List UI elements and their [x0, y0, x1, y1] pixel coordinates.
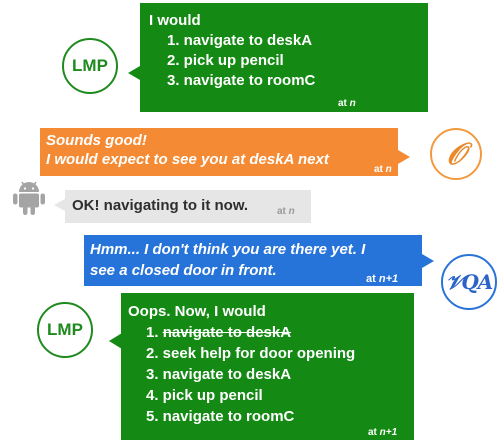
plan-step: 3. navigate to roomC — [167, 72, 316, 89]
expectation-message-bubble: Sounds good! I would expect to see you a… — [40, 128, 398, 176]
plan-intro: I would — [149, 12, 201, 29]
struck-step-text: navigate to deskA — [162, 324, 292, 341]
replan-intro: Oops. Now, I would — [128, 303, 266, 320]
timestamp: at n — [277, 206, 295, 217]
observation-message-bubble: Hmm... I don't think you are there yet. … — [84, 235, 422, 286]
expectation-line-2: I would expect to see you at deskA next — [46, 151, 329, 168]
timestamp: at n — [374, 164, 392, 175]
plan-message-bubble: I would 1. navigate to deskA 2. pick up … — [140, 3, 428, 112]
vqa-avatar-label: 𝒱QA — [445, 270, 494, 294]
lmp-avatar: LMP — [37, 302, 93, 358]
replan-step: 4. pick up pencil — [146, 387, 263, 404]
observation-line-1: Hmm... I don't think you are there yet. … — [90, 241, 366, 258]
timestamp: at n+1 — [366, 273, 399, 285]
plan-step: 2. pick up pencil — [167, 52, 284, 69]
bubble-tail — [398, 150, 410, 164]
replan-step: 5. navigate to roomC — [146, 408, 295, 425]
replan-step: 2. seek help for door opening — [146, 345, 356, 362]
lmp-avatar-label: LMP — [72, 56, 108, 75]
plan-step: 1. navigate to deskA — [167, 32, 313, 49]
robot-message-bubble: OK! navigating to it now. at n — [65, 190, 311, 223]
bubble-tail — [54, 199, 65, 211]
expectation-line-1: Sounds good! — [46, 132, 147, 149]
bubble-tail — [422, 254, 434, 268]
timestamp: at n+1 — [368, 427, 398, 438]
replan-step-struck: 1. navigate to deskA — [146, 324, 292, 341]
replan-step: 3. navigate to deskA — [146, 366, 292, 383]
replan-message-bubble: Oops. Now, I would 1. navigate to deskA … — [121, 293, 414, 440]
observer-avatar-label: 𝒪 — [446, 136, 466, 172]
bubble-tail — [128, 66, 140, 80]
timestamp: at n — [338, 98, 356, 109]
lmp-avatar-label: LMP — [47, 320, 83, 339]
android-robot-icon — [12, 178, 46, 218]
vqa-avatar: 𝒱QA — [441, 254, 497, 310]
lmp-avatar: LMP — [62, 38, 118, 94]
robot-message-text: OK! navigating to it now. — [72, 197, 249, 214]
observer-avatar: 𝒪 — [430, 128, 482, 180]
